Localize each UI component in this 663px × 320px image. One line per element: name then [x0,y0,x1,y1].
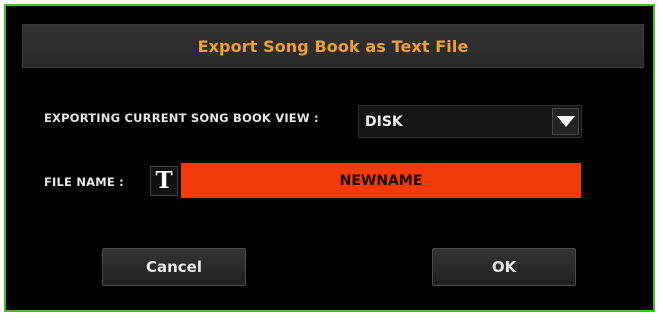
song-book-view-dropdown[interactable]: DISK [358,105,582,138]
song-book-view-value: DISK [365,114,403,130]
dialog-title: Export Song Book as Text File [197,36,469,56]
dialog-title-bar: Export Song Book as Text File [22,24,644,68]
view-label: EXPORTING CURRENT SONG BOOK VIEW : [44,111,319,125]
export-song-book-dialog: Export Song Book as Text File EXPORTING … [4,4,655,312]
chevron-down-icon [556,116,575,127]
file-name-field[interactable]: NEWNAME [181,163,581,198]
ok-button[interactable]: OK [432,248,576,286]
text-edit-icon[interactable]: T [150,166,178,196]
dropdown-arrow-button[interactable] [552,108,579,135]
cancel-button[interactable]: Cancel [102,248,246,286]
file-name-label: FILE NAME : [44,175,124,189]
file-name-value: NEWNAME [339,172,423,189]
